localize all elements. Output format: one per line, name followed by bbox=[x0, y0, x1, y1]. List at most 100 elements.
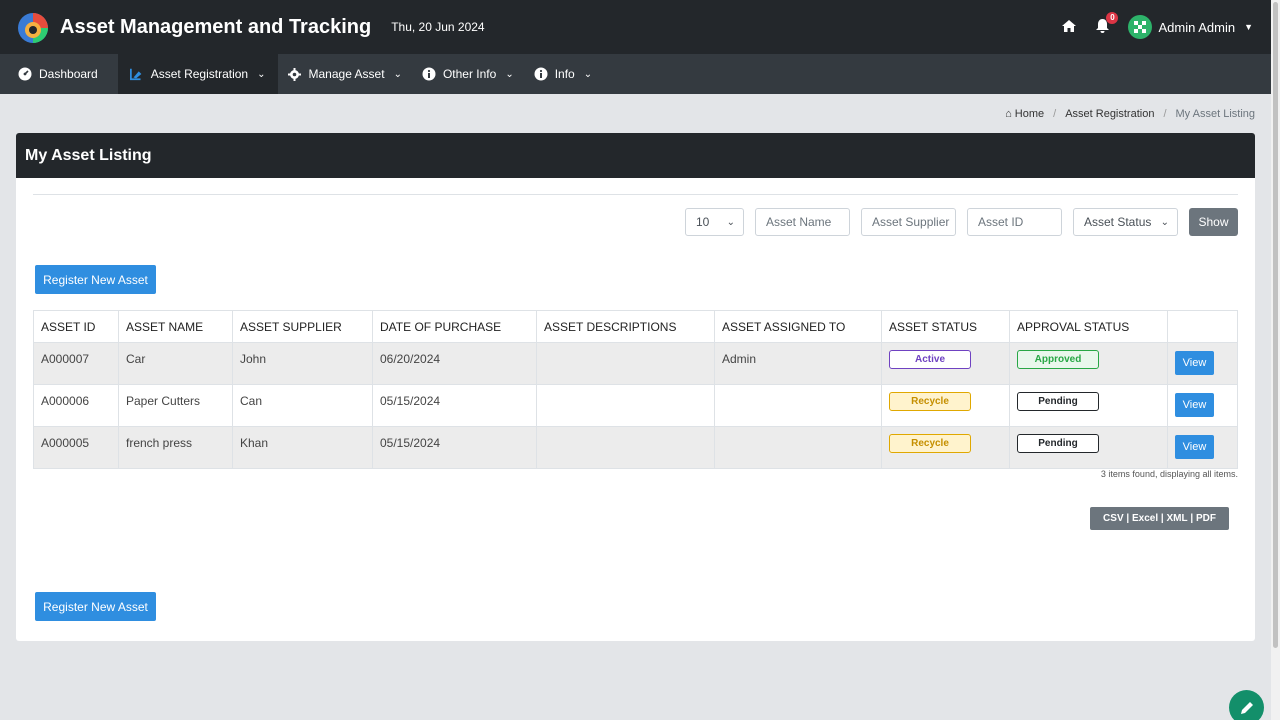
register-new-asset-button-bottom[interactable]: Register New Asset bbox=[35, 592, 156, 621]
cell-action: View bbox=[1167, 342, 1238, 385]
gear-icon bbox=[288, 67, 302, 81]
app-logo[interactable] bbox=[16, 10, 50, 44]
status-badge: Active bbox=[889, 350, 971, 369]
asset-id-input[interactable]: Asset ID bbox=[967, 208, 1062, 236]
export-csv-link[interactable]: CSV bbox=[1103, 513, 1124, 524]
asset-supplier-input[interactable]: Asset Supplier bbox=[861, 208, 956, 236]
cell-action: View bbox=[1167, 384, 1238, 427]
export-bar: CSV | Excel | XML | PDF bbox=[1090, 507, 1229, 530]
cell-asset-id: A000006 bbox=[33, 384, 119, 427]
avatar bbox=[1128, 15, 1153, 39]
table-row: A000007 Car John 06/20/2024 Admin Active… bbox=[33, 342, 1238, 385]
cell-asset-description bbox=[536, 426, 715, 469]
breadcrumb: ⌂ Home / Asset Registration / My Asset L… bbox=[1005, 108, 1255, 120]
approval-badge: Pending bbox=[1017, 392, 1099, 411]
cell-asset-supplier: Can bbox=[232, 384, 373, 427]
column-header[interactable]: ASSET STATUS bbox=[881, 310, 1010, 343]
approval-badge: Pending bbox=[1017, 434, 1099, 453]
cell-assigned-to bbox=[714, 426, 882, 469]
export-excel-link[interactable]: Excel bbox=[1132, 513, 1158, 524]
asset-registration-icon bbox=[129, 67, 144, 81]
export-pdf-link[interactable]: PDF bbox=[1196, 513, 1216, 524]
column-header[interactable]: ASSET SUPPLIER bbox=[232, 310, 373, 343]
cell-approval-status: Pending bbox=[1009, 426, 1168, 469]
caret-down-icon: ▼ bbox=[1244, 22, 1253, 32]
chevron-down-icon: ⌄ bbox=[257, 68, 266, 80]
home-icon[interactable] bbox=[1061, 19, 1077, 36]
cell-assigned-to: Admin bbox=[714, 342, 882, 385]
table-header-row: ASSET ID ASSET NAME ASSET SUPPLIER DATE … bbox=[33, 310, 1238, 343]
export-xml-link[interactable]: XML bbox=[1166, 513, 1187, 524]
column-header bbox=[1167, 310, 1238, 343]
asset-listing-card: My Asset Listing 10 ⌄ Asset Name Asset S… bbox=[16, 133, 1255, 641]
table-row: A000005 french press Khan 05/15/2024 Rec… bbox=[33, 426, 1238, 469]
info-icon bbox=[422, 67, 436, 81]
asset-status-select[interactable]: Asset Status ⌄ bbox=[1073, 208, 1178, 236]
breadcrumb-asset-registration[interactable]: Asset Registration bbox=[1065, 108, 1154, 120]
chevron-down-icon: ⌄ bbox=[393, 68, 402, 80]
register-new-asset-button[interactable]: Register New Asset bbox=[35, 265, 156, 294]
main-nav: Dashboard Asset Registration ⌄ Manage As… bbox=[0, 54, 1271, 94]
cell-approval-status: Pending bbox=[1009, 384, 1168, 427]
cell-asset-name: Car bbox=[118, 342, 233, 385]
approval-badge: Approved bbox=[1017, 350, 1099, 369]
user-menu[interactable]: Admin Admin ▼ bbox=[1128, 15, 1253, 39]
page-size-select[interactable]: 10 ⌄ bbox=[685, 208, 744, 236]
items-found-text: 3 items found, displaying all items. bbox=[1100, 469, 1238, 479]
table-row: A000006 Paper Cutters Can 05/15/2024 Rec… bbox=[33, 384, 1238, 427]
cell-asset-id: A000005 bbox=[33, 426, 119, 469]
status-badge: Recycle bbox=[889, 434, 971, 453]
cell-asset-name: french press bbox=[118, 426, 233, 469]
nav-dashboard[interactable]: Dashboard bbox=[0, 54, 118, 94]
view-button[interactable]: View bbox=[1175, 351, 1214, 375]
notifications-button[interactable]: 0 bbox=[1095, 11, 1119, 37]
cell-asset-name: Paper Cutters bbox=[118, 384, 233, 427]
nav-asset-registration[interactable]: Asset Registration ⌄ bbox=[117, 54, 278, 94]
column-header[interactable]: APPROVAL STATUS bbox=[1009, 310, 1168, 343]
cell-asset-supplier: Khan bbox=[232, 426, 373, 469]
column-header[interactable]: DATE OF PURCHASE bbox=[372, 310, 537, 343]
chevron-down-icon: ⌄ bbox=[726, 216, 735, 228]
card-header: My Asset Listing bbox=[16, 133, 1255, 178]
vertical-scrollbar[interactable] bbox=[1271, 0, 1280, 720]
dashboard-icon bbox=[18, 67, 32, 81]
column-header[interactable]: ASSET ASSIGNED TO bbox=[714, 310, 882, 343]
notification-badge: 0 bbox=[1106, 11, 1119, 24]
column-header[interactable]: ASSET DESCRIPTIONS bbox=[536, 310, 715, 343]
column-header[interactable]: ASSET ID bbox=[33, 310, 119, 343]
edit-fab-button[interactable] bbox=[1229, 690, 1264, 720]
filter-bar: 10 ⌄ Asset Name Asset Supplier Asset ID … bbox=[685, 208, 1238, 236]
asset-table: ASSET ID ASSET NAME ASSET SUPPLIER DATE … bbox=[33, 310, 1238, 469]
cell-date-of-purchase: 05/15/2024 bbox=[372, 426, 537, 469]
cell-action: View bbox=[1167, 426, 1238, 469]
view-button[interactable]: View bbox=[1175, 435, 1214, 459]
view-button[interactable]: View bbox=[1175, 393, 1214, 417]
cell-asset-status: Active bbox=[881, 342, 1010, 385]
chevron-down-icon: ⌄ bbox=[1160, 216, 1169, 228]
show-button[interactable]: Show bbox=[1189, 208, 1238, 236]
pencil-icon bbox=[1240, 701, 1253, 714]
breadcrumb-current: My Asset Listing bbox=[1175, 108, 1255, 120]
cell-asset-id: A000007 bbox=[33, 342, 119, 385]
user-name: Admin Admin bbox=[1158, 19, 1236, 35]
cell-asset-description bbox=[536, 342, 715, 385]
nav-manage-asset[interactable]: Manage Asset ⌄ bbox=[278, 54, 412, 94]
app-title: Asset Management and Tracking bbox=[60, 15, 372, 38]
chevron-down-icon: ⌄ bbox=[505, 68, 514, 80]
nav-other-info[interactable]: Other Info ⌄ bbox=[412, 54, 524, 94]
info-icon bbox=[534, 67, 548, 81]
cell-date-of-purchase: 06/20/2024 bbox=[372, 342, 537, 385]
nav-info[interactable]: Info ⌄ bbox=[524, 54, 602, 94]
top-bar: Asset Management and Tracking Thu, 20 Ju… bbox=[0, 0, 1271, 54]
status-badge: Recycle bbox=[889, 392, 971, 411]
cell-assigned-to bbox=[714, 384, 882, 427]
cell-asset-description bbox=[536, 384, 715, 427]
divider bbox=[33, 194, 1238, 195]
column-header[interactable]: ASSET NAME bbox=[118, 310, 233, 343]
home-icon: ⌂ bbox=[1005, 108, 1012, 120]
cell-asset-status: Recycle bbox=[881, 384, 1010, 427]
cell-asset-supplier: John bbox=[232, 342, 373, 385]
asset-name-input[interactable]: Asset Name bbox=[755, 208, 850, 236]
breadcrumb-home[interactable]: ⌂ Home bbox=[1005, 108, 1044, 120]
page-title: My Asset Listing bbox=[25, 146, 152, 164]
